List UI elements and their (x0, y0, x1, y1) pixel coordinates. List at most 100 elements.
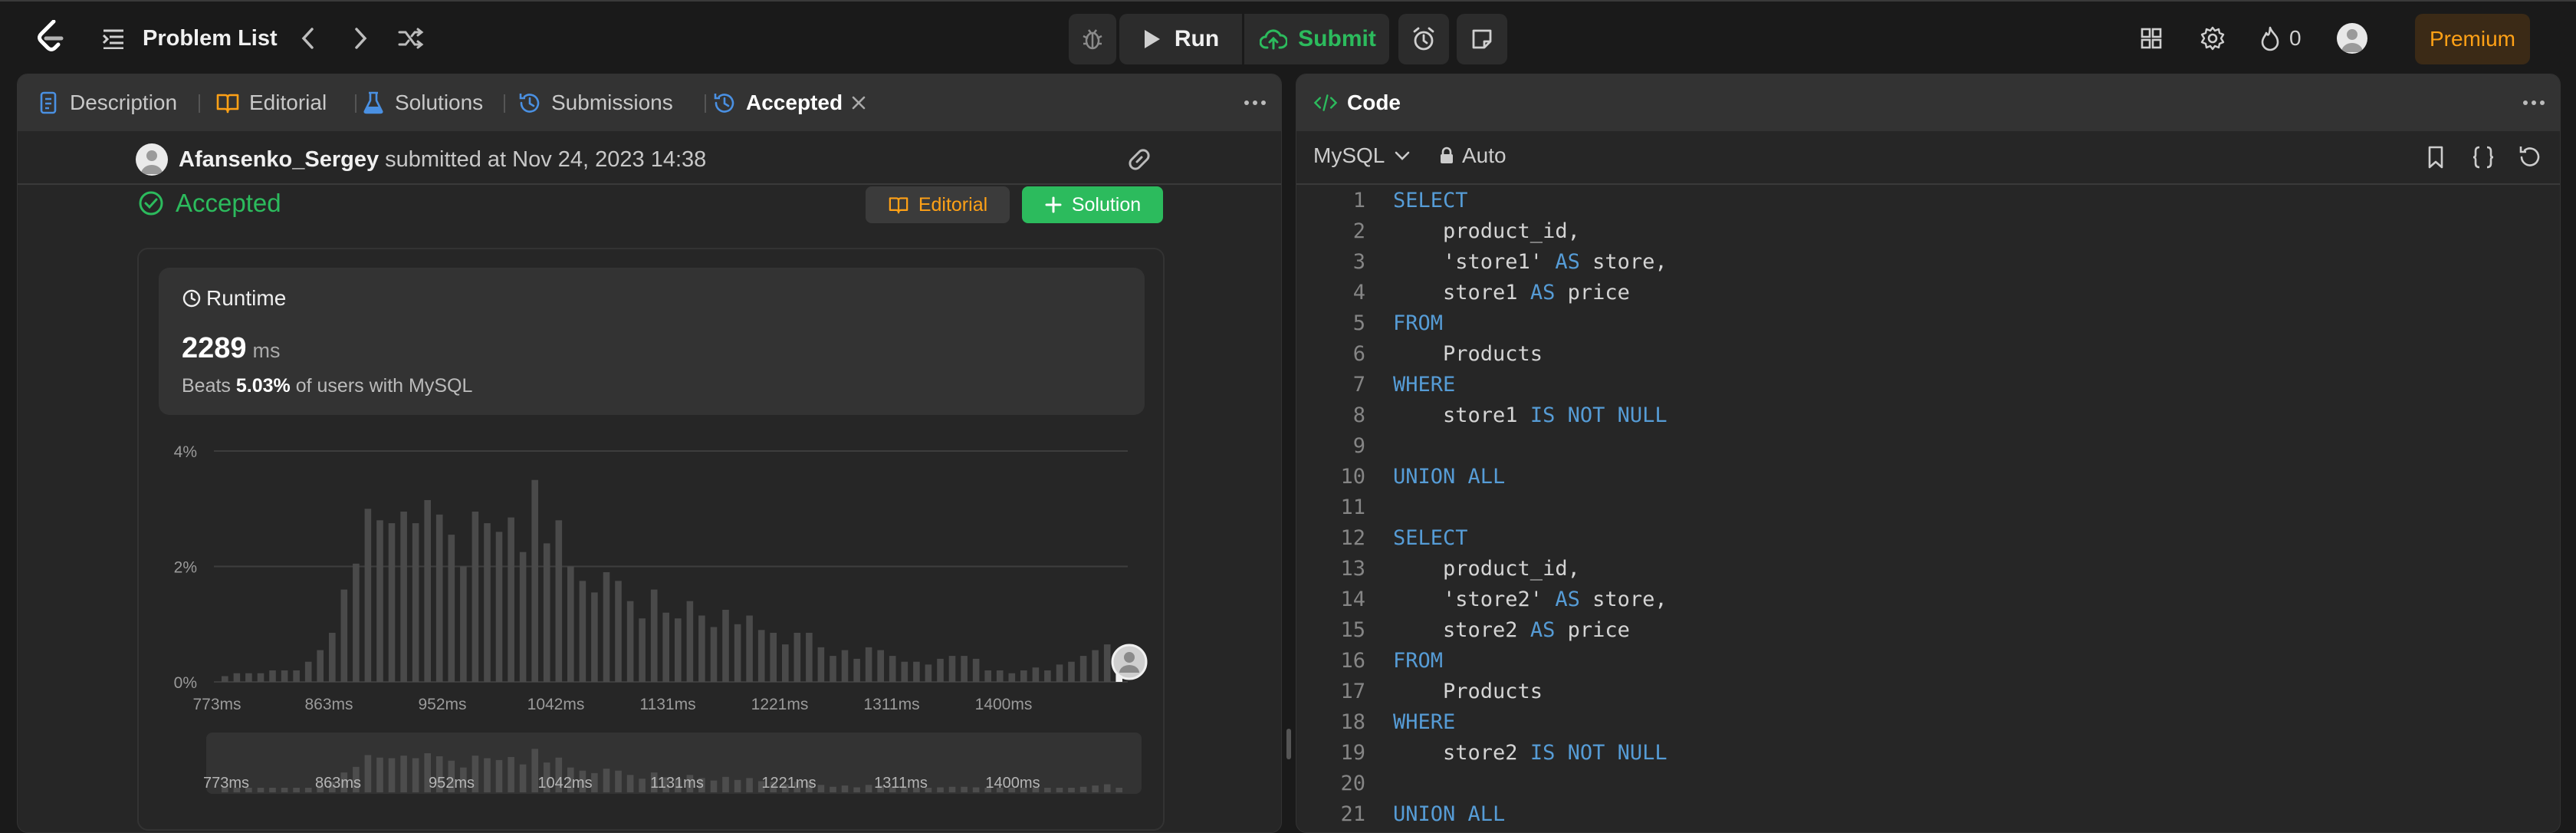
code-line[interactable]: 16 FROM (1296, 645, 1443, 676)
panel-resize-handle[interactable] (1286, 729, 1291, 759)
chart-bar[interactable] (639, 618, 646, 682)
chart-bar[interactable] (615, 581, 622, 682)
chart-bar[interactable] (782, 644, 789, 682)
prev-problem-button[interactable] (291, 21, 325, 55)
chart-bar[interactable] (734, 624, 741, 682)
chart-bar[interactable] (698, 615, 705, 683)
share-link-button[interactable] (1122, 142, 1157, 177)
chart-bar[interactable] (364, 509, 372, 682)
code-line[interactable]: 10 UNION ALL (1296, 461, 1505, 492)
code-line[interactable]: 3 'store1' AS store, (1296, 246, 1668, 277)
post-solution-button[interactable]: Solution (1022, 186, 1163, 223)
streak-counter[interactable]: 0 (2259, 23, 2302, 54)
chart-bar[interactable] (853, 658, 860, 682)
chart-bar[interactable] (817, 647, 825, 682)
chart-bar[interactable] (340, 589, 348, 682)
reset-code-button[interactable] (2515, 143, 2543, 171)
chart-bar[interactable] (1103, 644, 1111, 682)
tab-code[interactable]: Code (1313, 74, 1401, 131)
chart-bar[interactable] (591, 592, 598, 682)
code-editor[interactable]: 1 SELECT 2 product_id, 3 'store1' AS store,… (1296, 185, 2560, 832)
chart-bar[interactable] (531, 479, 538, 682)
chart-bar[interactable] (329, 633, 336, 682)
chart-bar[interactable] (686, 601, 694, 682)
code-line[interactable]: 2 product_id, (1296, 216, 1580, 246)
chart-bar[interactable] (603, 572, 610, 682)
chart-bar[interactable] (222, 676, 228, 683)
chart-bar[interactable] (913, 661, 920, 682)
tab-solutions[interactable]: Solutions (361, 74, 483, 131)
chart-bar[interactable] (460, 566, 467, 683)
code-line[interactable]: 20 (1296, 768, 1393, 798)
chart-bar[interactable] (543, 543, 550, 682)
chart-bar[interactable] (388, 523, 396, 682)
chart-bar[interactable] (675, 618, 682, 682)
chart-bar[interactable] (1092, 650, 1099, 682)
code-line[interactable]: 6 Products (1296, 338, 1543, 369)
code-line[interactable]: 9 (1296, 430, 1393, 461)
chart-bar[interactable] (1079, 656, 1087, 682)
chart-bar[interactable] (972, 658, 980, 682)
code-line[interactable]: 8 store1 IS NOT NULL (1296, 400, 1668, 430)
editorial-button[interactable]: Editorial (866, 186, 1010, 223)
code-line[interactable]: 4 store1 AS price (1296, 277, 1630, 308)
code-line[interactable]: 18 WHERE (1296, 706, 1455, 737)
chart-bar[interactable] (757, 630, 765, 682)
chart-bar[interactable] (579, 581, 586, 682)
chart-bar[interactable] (508, 517, 514, 682)
tab-editorial[interactable]: Editorial (215, 74, 327, 131)
problem-list-icon[interactable] (100, 25, 127, 52)
chart-bar[interactable] (996, 670, 1004, 682)
run-button[interactable]: Run (1119, 14, 1242, 64)
tab-submissions[interactable]: Submissions (518, 74, 673, 131)
chart-bar[interactable] (984, 670, 991, 682)
chart-bar[interactable] (245, 673, 252, 682)
chart-bar[interactable] (1056, 664, 1063, 682)
chart-bar[interactable] (519, 551, 527, 682)
chart-bar[interactable] (1008, 673, 1016, 682)
language-select[interactable]: MySQL (1313, 143, 1411, 168)
settings-button[interactable] (2197, 23, 2228, 54)
next-problem-button[interactable] (343, 21, 377, 55)
chart-bar[interactable] (710, 627, 718, 683)
chart-bar[interactable] (293, 670, 300, 682)
problem-list-link[interactable]: Problem List (143, 23, 278, 54)
code-line[interactable]: 19 store2 IS NOT NULL (1296, 737, 1667, 768)
bookmark-button[interactable] (2422, 143, 2450, 171)
chart-bar[interactable] (937, 658, 944, 682)
code-more-button[interactable] (2518, 90, 2549, 116)
debug-button[interactable] (1069, 14, 1116, 64)
chart-bar[interactable] (841, 650, 849, 682)
code-line[interactable]: 12 SELECT (1296, 522, 1467, 553)
code-line[interactable]: 15 store2 AS price (1296, 614, 1629, 645)
chart-bar[interactable] (555, 520, 563, 682)
code-line[interactable]: 1 SELECT (1296, 185, 1468, 216)
chart-bar[interactable] (806, 633, 813, 682)
chart-bar[interactable] (233, 673, 241, 682)
chart-bar[interactable] (353, 563, 360, 682)
chart-bar[interactable] (1068, 661, 1075, 682)
user-avatar[interactable] (2337, 23, 2367, 54)
code-line[interactable]: 11 (1296, 492, 1393, 522)
close-tab-button[interactable] (846, 90, 872, 116)
code-line[interactable]: 21 UNION ALL (1296, 798, 1505, 829)
chart-bar[interactable] (877, 650, 884, 682)
chart-bar[interactable] (865, 647, 872, 682)
code-line[interactable]: 14 'store2' AS store, (1296, 584, 1667, 614)
chart-bar[interactable] (472, 512, 479, 682)
timer-button[interactable] (1398, 14, 1449, 64)
chart-bar[interactable] (746, 615, 753, 683)
chart-bar[interactable] (722, 610, 729, 682)
notes-button[interactable] (1457, 14, 1507, 64)
tab-accepted[interactable]: Accepted (712, 74, 843, 131)
chart-bar[interactable] (794, 633, 801, 682)
chart-bar[interactable] (961, 656, 968, 682)
user-marker[interactable] (1111, 644, 1148, 680)
chart-bar[interactable] (889, 656, 896, 682)
chart-bar[interactable] (948, 656, 956, 682)
auto-mode[interactable]: Auto (1439, 143, 1506, 168)
chart-bar[interactable] (1020, 670, 1027, 682)
code-line[interactable]: 17 Products (1296, 676, 1543, 706)
tab-description[interactable]: Description (36, 74, 177, 131)
chart-bar[interactable] (484, 523, 491, 682)
